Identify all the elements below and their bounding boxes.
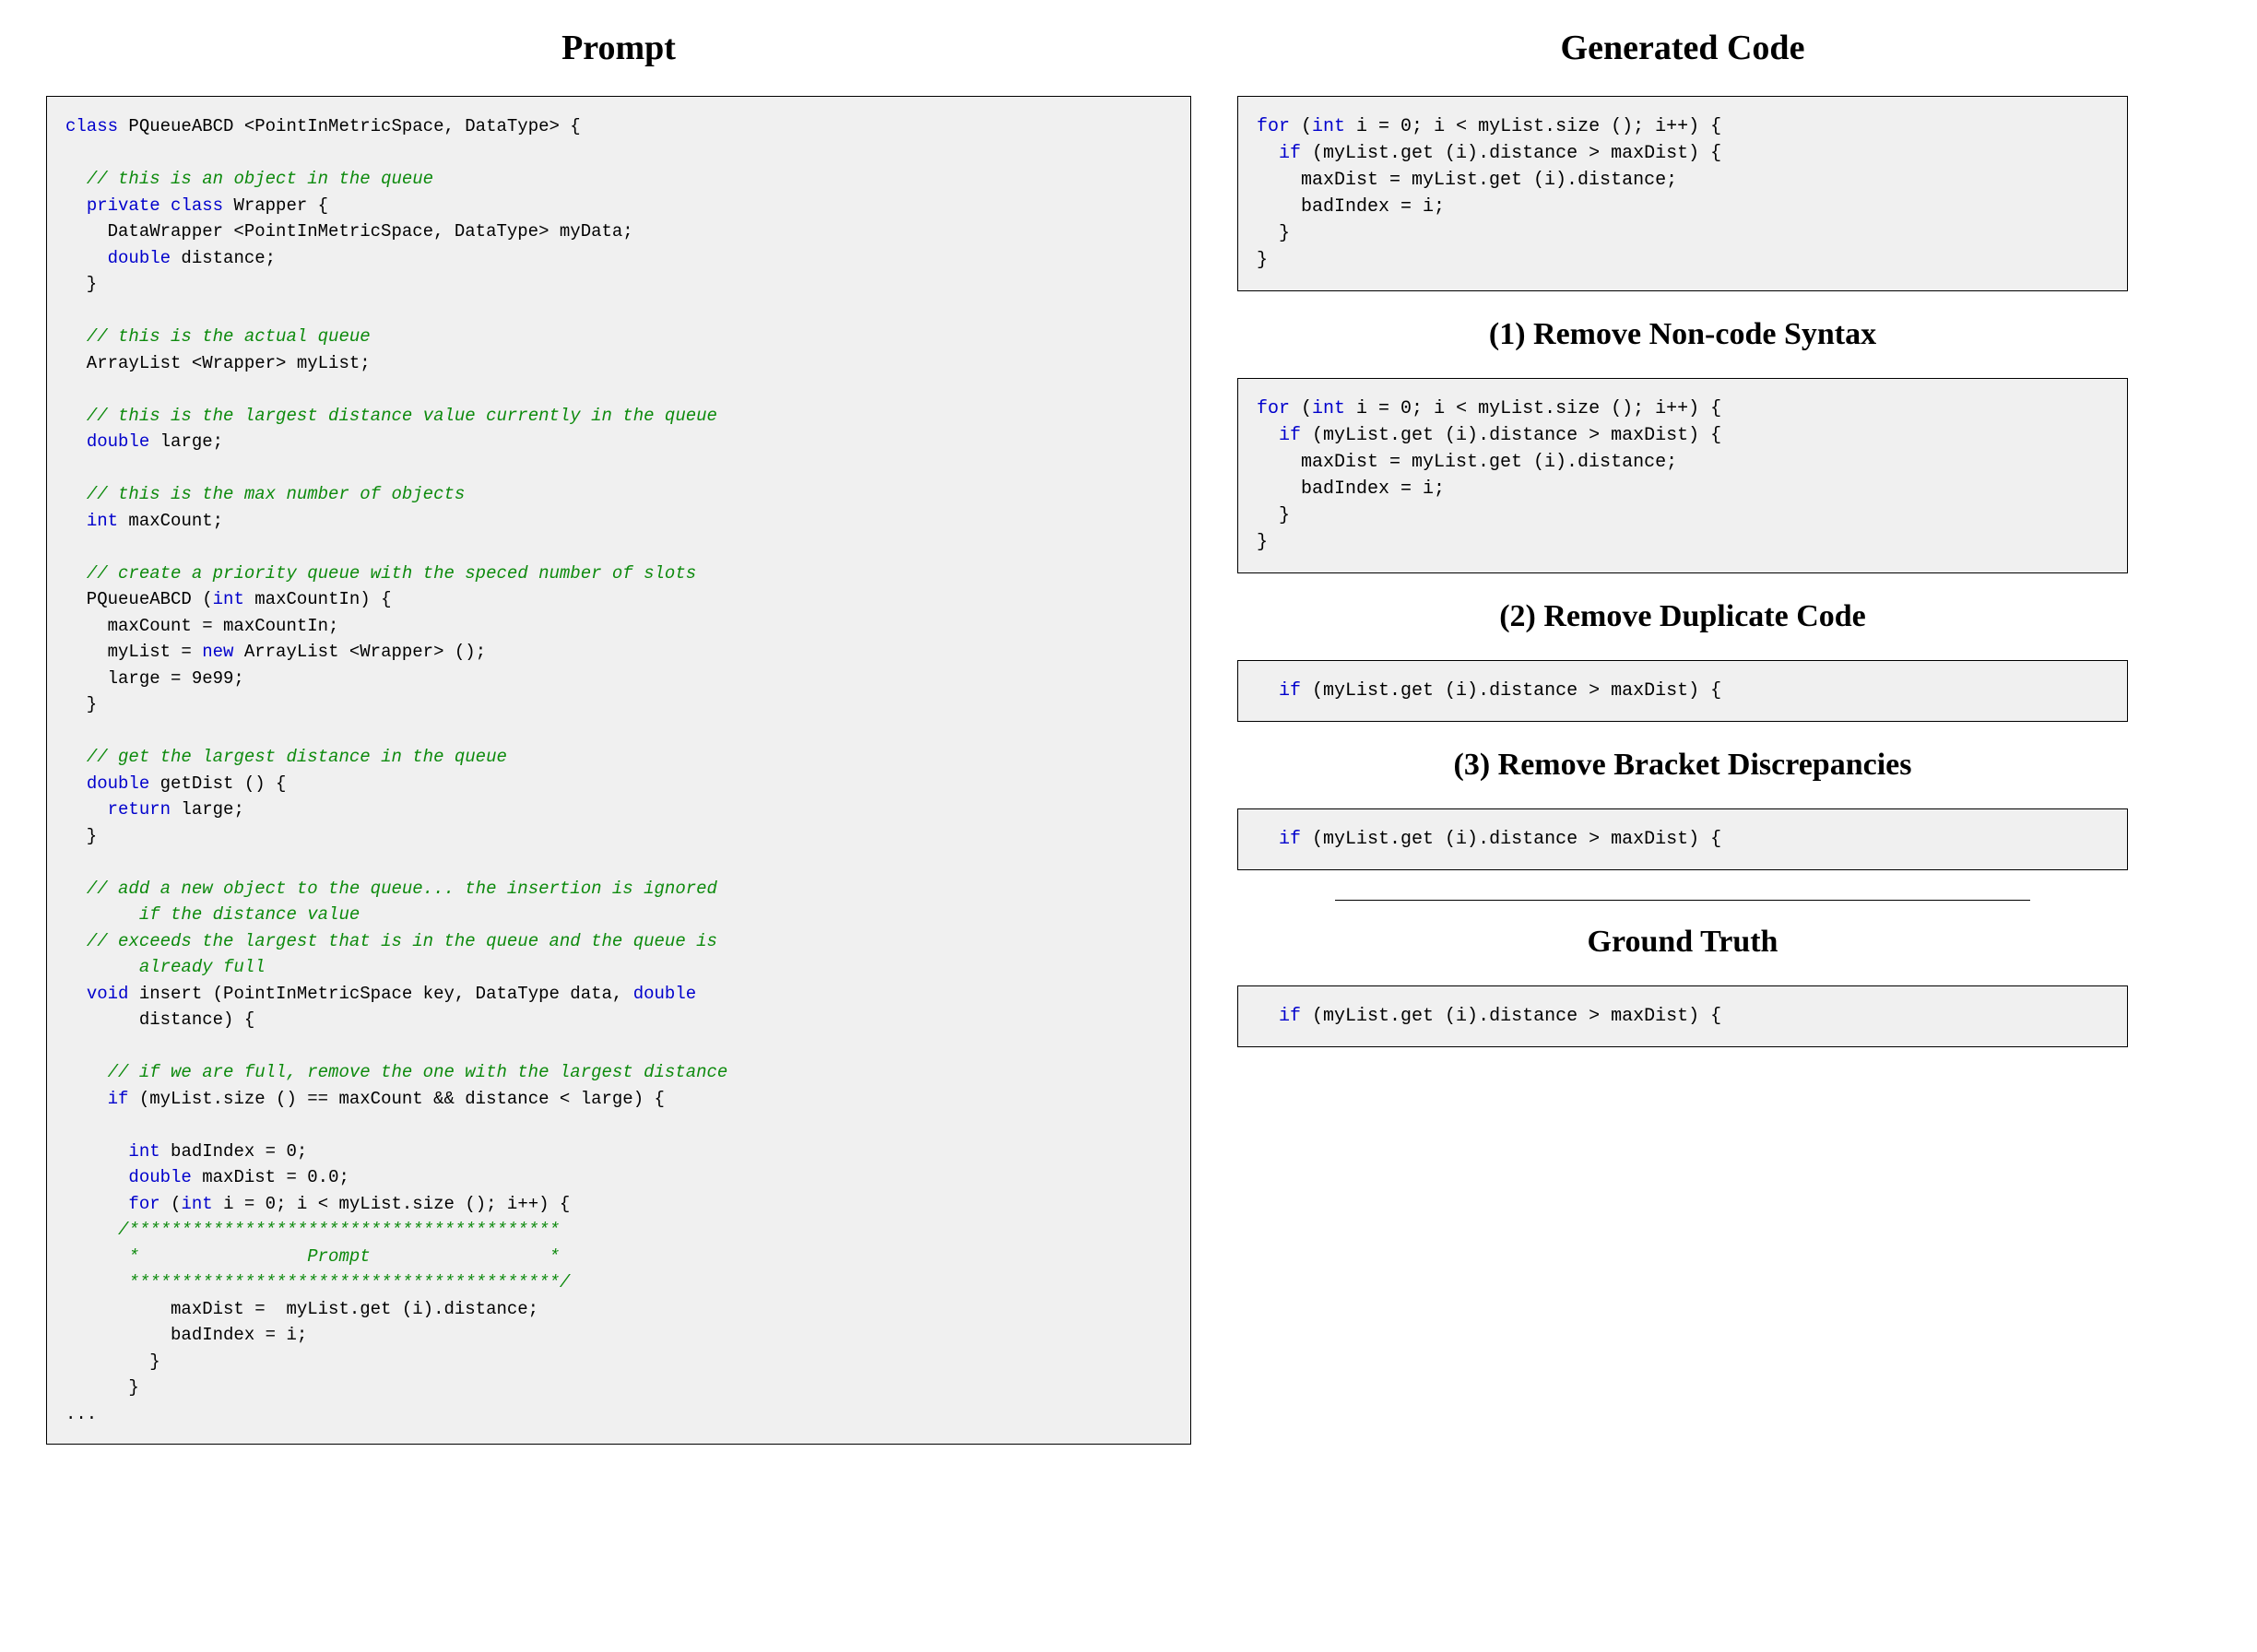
ground-truth-code-box: if (myList.get (i).distance > maxDist) { (1237, 985, 2128, 1047)
generated-title: Generated Code (1237, 28, 2128, 68)
divider-line (1335, 900, 2029, 901)
figure-container: Prompt class PQueueABCD <PointInMetricSp… (46, 28, 2167, 1445)
step1-code-box: for (int i = 0; i < myList.size (); i++)… (1237, 378, 2128, 573)
step3-code-box: if (myList.get (i).distance > maxDist) { (1237, 808, 2128, 870)
step2-title: (2) Remove Duplicate Code (1237, 599, 2128, 634)
prompt-title: Prompt (46, 28, 1191, 68)
left-column: Prompt class PQueueABCD <PointInMetricSp… (46, 28, 1191, 1445)
step3-title: (3) Remove Bracket Discrepancies (1237, 748, 2128, 783)
step1-title: (1) Remove Non-code Syntax (1237, 317, 2128, 352)
prompt-code-box: class PQueueABCD <PointInMetricSpace, Da… (46, 96, 1191, 1445)
generated-code-box: for (int i = 0; i < myList.size (); i++)… (1237, 96, 2128, 291)
ground-truth-title: Ground Truth (1237, 925, 2128, 960)
right-column: Generated Code for (int i = 0; i < myLis… (1237, 28, 2128, 1445)
step2-code-box: if (myList.get (i).distance > maxDist) { (1237, 660, 2128, 722)
